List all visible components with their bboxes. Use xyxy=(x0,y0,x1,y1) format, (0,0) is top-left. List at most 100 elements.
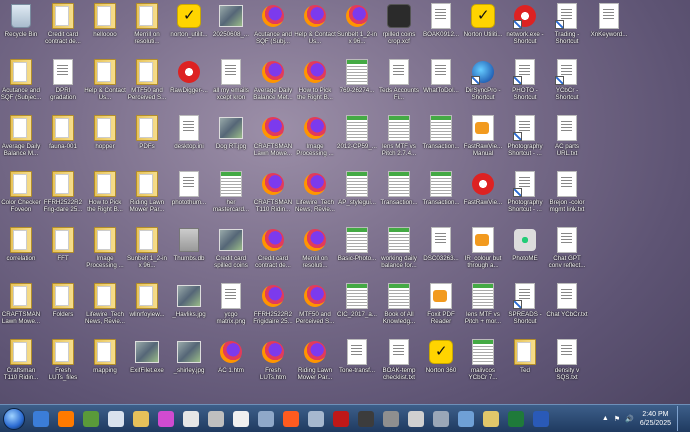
desktop-icon[interactable]: PDFs xyxy=(126,112,168,168)
desktop-icon[interactable]: Help & Contact Us... xyxy=(294,0,336,56)
desktop-icon[interactable]: FFT xyxy=(42,224,84,280)
desktop-icon[interactable]: Recycle Bin xyxy=(0,0,42,56)
scanner-icon[interactable] xyxy=(204,407,227,430)
desktop-icon[interactable]: Foxit PDF Reader xyxy=(420,280,462,336)
desktop-icon[interactable]: 2012-CP59_... xyxy=(336,112,378,168)
desktop-icon[interactable]: wllnrfoyiew... xyxy=(126,280,168,336)
desktop-icon[interactable]: YCbCr - Shortcut xyxy=(546,56,588,112)
desktop-icon[interactable]: fauna-001 xyxy=(42,112,84,168)
media-icon[interactable] xyxy=(179,407,202,430)
desktop-icon[interactable]: Credit card contract de... xyxy=(252,224,294,280)
desktop-icon[interactable]: Merrill on resoluti... xyxy=(126,0,168,56)
desktop-icon[interactable]: Credit card contract de... xyxy=(42,0,84,56)
desktop-icon[interactable]: Chat GPT conv reflect... xyxy=(546,224,588,280)
desktop-icon[interactable]: correlation xyxy=(0,224,42,280)
clock[interactable]: 2:40 PM 6/25/2025 xyxy=(640,410,671,428)
desktop-icon[interactable]: Book of All Knowledg... xyxy=(378,280,420,336)
desktop-icon[interactable]: Lifewire_Tech News, Revie... xyxy=(84,280,126,336)
desktop-icon[interactable]: CRAFTSMAN T110 Ridin... xyxy=(252,168,294,224)
desktop-icon[interactable]: all my emails xcept kron xyxy=(210,56,252,112)
desktop-icon[interactable]: Fresh LUTs.htm xyxy=(252,336,294,392)
desktop-icon[interactable]: Photography Shortcut - ... xyxy=(504,168,546,224)
desktop-icon[interactable]: her mastercard... xyxy=(210,168,252,224)
desktop-icon[interactable]: ExifFilet.exe xyxy=(126,336,168,392)
desktop-icon[interactable]: Photography Shortcut - ... xyxy=(504,112,546,168)
magnifier-icon[interactable] xyxy=(404,407,427,430)
desktop-icon[interactable]: How to Pick the Right B... xyxy=(294,56,336,112)
desktop-icon[interactable]: hopper xyxy=(84,112,126,168)
desktop-icon[interactable]: PHOTO - Shortcut xyxy=(504,56,546,112)
desktop-icon[interactable]: _shirley.jpg xyxy=(168,336,210,392)
desktop-icon[interactable]: Acutance and SQF (Subj... xyxy=(252,0,294,56)
desktop-icon[interactable]: Image Processing ... xyxy=(294,112,336,168)
desktop-icon[interactable]: mapping xyxy=(84,336,126,392)
desktop-icon[interactable]: Average Daily Balance Met... xyxy=(252,56,294,112)
file-explorer-icon[interactable] xyxy=(129,407,152,430)
desktop-icon[interactable]: CRAFTSMAN Lawn Mowe... xyxy=(252,112,294,168)
photo-app-icon[interactable] xyxy=(104,407,127,430)
window-icon[interactable] xyxy=(304,407,327,430)
desktop-icon[interactable]: 769-26274... xyxy=(336,56,378,112)
desktop-icon[interactable]: lens MTF vs Pitch 2.7.4... xyxy=(378,112,420,168)
desktop-icon[interactable]: DPRI gradation xyxy=(42,56,84,112)
desktop-icon[interactable]: ycgo matrix.png xyxy=(210,280,252,336)
tray-expand-icon[interactable]: ▲ xyxy=(602,415,609,422)
desktop-icon[interactable]: MTF50 and Perceived S... xyxy=(126,56,168,112)
desktop-icon[interactable]: Lifewire_Tech News, Revie... xyxy=(294,168,336,224)
start-button[interactable] xyxy=(0,406,28,431)
dial-icon[interactable] xyxy=(229,407,252,430)
desktop-icon[interactable]: MTF50 and Perceived S... xyxy=(294,280,336,336)
ie-icon[interactable] xyxy=(29,407,52,430)
desktop-icon[interactable]: desktop.ini xyxy=(168,112,210,168)
desktop-icon[interactable]: Ted xyxy=(504,336,546,392)
desktop-icon[interactable]: Brejon -color mgmt link.txt xyxy=(546,168,588,224)
desktop-icon[interactable]: density v SQS.txt xyxy=(546,336,588,392)
record-icon[interactable] xyxy=(329,407,352,430)
desktop-icon[interactable]: Average Daily Balance M... xyxy=(0,112,42,168)
desktop-icon[interactable]: Riding Lawn Mower Par... xyxy=(294,336,336,392)
desktop-icon[interactable]: FastRawVie... xyxy=(462,168,504,224)
desktop-icon[interactable]: Transaction... xyxy=(420,112,462,168)
desktop-icon[interactable]: Transaction... xyxy=(420,168,462,224)
color-wheel-icon[interactable] xyxy=(154,407,177,430)
desktop-icon[interactable]: How to Pick the Right B... xyxy=(84,168,126,224)
desktop-icon[interactable]: Image Processing ... xyxy=(84,224,126,280)
desktop-icon[interactable]: FastRawVie... Manual xyxy=(462,112,504,168)
desktop-icon[interactable]: FFRH2522R2 Frig-dare 25... xyxy=(42,168,84,224)
desktop-icon[interactable]: Basic-Photo... xyxy=(336,224,378,280)
desktop-icon[interactable]: Transaction... xyxy=(378,168,420,224)
desktop-icon[interactable]: SPREADS - Shortcut xyxy=(504,280,546,336)
desktop-icon[interactable]: Fresh LUTs_files xyxy=(42,336,84,392)
desktop-icon[interactable]: photothum... xyxy=(168,168,210,224)
microscope-icon[interactable] xyxy=(429,407,452,430)
snail-icon[interactable] xyxy=(79,407,102,430)
tool-icon[interactable] xyxy=(379,407,402,430)
desktop-icon[interactable]: _Havliks.jpg xyxy=(168,280,210,336)
desktop-icon[interactable]: lens MTF vs Pitch + mor... xyxy=(462,280,504,336)
desktop-icon[interactable]: PhotoME xyxy=(504,224,546,280)
desktop-icon[interactable]: Chat YCbCr.txt xyxy=(546,280,588,336)
desktop-icon[interactable]: CIC_2017_a... xyxy=(336,280,378,336)
desktop-icon[interactable]: network.exe - Shortcut xyxy=(504,0,546,56)
desktop-icon[interactable]: IR_colour but through a... xyxy=(462,224,504,280)
desktop-icon[interactable]: FFRH2522R2 Frigidaire 25... xyxy=(252,280,294,336)
exiftool-icon[interactable] xyxy=(354,407,377,430)
desktop-icon[interactable]: Norton 360 xyxy=(420,336,462,392)
desktop-icon[interactable]: Craftsman T110 Ridin... xyxy=(0,336,42,392)
desktop-icon[interactable]: Teds Accounts Fi... xyxy=(378,56,420,112)
desktop-icon[interactable]: CRAFTSMAN Lawn Mowe... xyxy=(0,280,42,336)
desktop-icon[interactable]: Acutance and SQF (Subjec... xyxy=(0,56,42,112)
desktop-icon[interactable]: Sunbelt 1_2-in x 96... xyxy=(126,224,168,280)
desktop-icon[interactable]: XnKeyword... xyxy=(588,0,630,56)
desktop-icon[interactable]: AC 1.htm xyxy=(210,336,252,392)
desktop-icon[interactable]: Color Checker Foveon xyxy=(0,168,42,224)
desktop-icon[interactable]: Trading - Shortcut xyxy=(546,0,588,56)
desktop-icon[interactable]: norton_utilit... xyxy=(168,0,210,56)
desktop-icon[interactable]: Merrill on resoluti... xyxy=(294,224,336,280)
firefox-icon-2[interactable] xyxy=(279,407,302,430)
desktop-icon[interactable]: AP_stylegui... xyxy=(336,168,378,224)
desktop-icon[interactable]: Credit card spilled coins crop... xyxy=(210,224,252,280)
desktop-icon[interactable]: DSC03263... xyxy=(420,224,462,280)
desktop-icon[interactable]: Tone-transf... xyxy=(336,336,378,392)
desktop-icon[interactable]: malivcos YCbCr 7... xyxy=(462,336,504,392)
